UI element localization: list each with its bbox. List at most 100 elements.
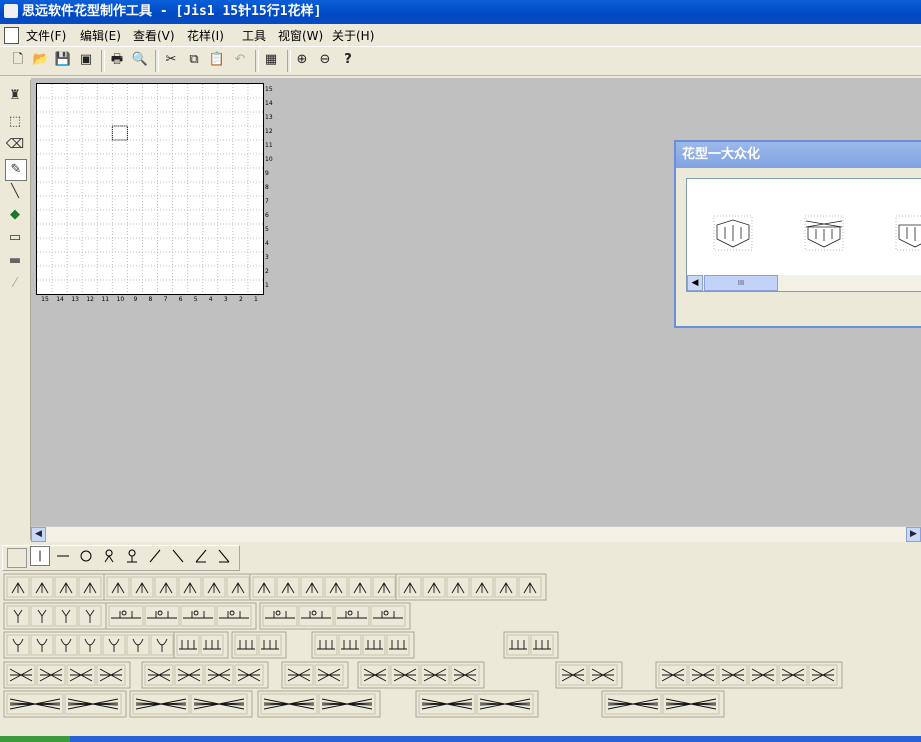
stitch-symbol-button[interactable] — [390, 664, 420, 686]
stitch-symbol-button[interactable] — [420, 664, 450, 686]
vertical-stroke-icon[interactable] — [30, 546, 50, 566]
menu-about[interactable]: 关于(H) — [332, 27, 374, 44]
horizontal-stroke-icon[interactable] — [53, 546, 73, 566]
stitch-symbol-button[interactable] — [6, 693, 64, 715]
loop-bar-stitch-icon[interactable] — [122, 546, 142, 566]
stitch-symbol-button[interactable] — [66, 664, 96, 686]
stitch-symbol-button[interactable] — [718, 664, 748, 686]
stitch-symbol-button[interactable] — [78, 605, 102, 627]
stitch-symbol-button[interactable] — [64, 693, 122, 715]
rectangle-icon[interactable]: ▭ — [5, 228, 25, 248]
save-all-icon[interactable]: ▣ — [76, 50, 96, 70]
stitch-symbol-button[interactable] — [300, 576, 324, 598]
stitch-symbol-button[interactable] — [398, 576, 422, 598]
stitch-symbol-button[interactable] — [338, 634, 362, 656]
scroll-left-icon[interactable]: ◀ — [31, 527, 46, 542]
stitch-grid-canvas[interactable] — [36, 83, 264, 295]
stitch-symbol-button[interactable] — [262, 605, 298, 627]
stitch-symbol-button[interactable] — [154, 576, 178, 598]
slash-left-icon[interactable] — [168, 546, 188, 566]
print-preview-icon[interactable]: 🔍 — [130, 50, 150, 70]
stitch-symbol-button[interactable] — [324, 576, 348, 598]
pattern-list-scrollbar[interactable]: ◀ III — [687, 275, 921, 291]
save-icon[interactable]: 💾 — [53, 50, 73, 70]
circle-stitch-icon[interactable] — [76, 546, 96, 566]
stitch-symbol-button[interactable] — [372, 576, 396, 598]
stitch-symbol-button[interactable] — [190, 693, 248, 715]
menu-pattern[interactable]: 花样(I) — [187, 27, 224, 44]
stitch-symbol-button[interactable] — [30, 576, 54, 598]
stitch-symbol-button[interactable] — [422, 576, 446, 598]
stitch-symbol-button[interactable] — [150, 634, 174, 656]
menu-edit[interactable]: 编辑(E) — [80, 27, 121, 44]
scroll-left-icon[interactable]: ◀ — [687, 275, 703, 291]
stitch-symbol-button[interactable] — [748, 664, 778, 686]
stitch-symbol-button[interactable] — [30, 605, 54, 627]
slash-right-icon[interactable] — [145, 546, 165, 566]
stitch-symbol-button[interactable] — [688, 664, 718, 686]
stitch-symbol-button[interactable] — [258, 634, 282, 656]
stitch-symbol-button[interactable] — [506, 634, 530, 656]
stitch-symbol-button[interactable] — [180, 605, 216, 627]
stitch-symbol-button[interactable] — [276, 576, 300, 598]
stitch-symbol-button[interactable] — [130, 576, 154, 598]
stitch-symbol-button[interactable] — [126, 634, 150, 656]
stitch-symbol-button[interactable] — [54, 576, 78, 598]
stitch-symbol-button[interactable] — [234, 634, 258, 656]
stitch-symbol-button[interactable] — [318, 693, 376, 715]
slash-right-base-icon[interactable] — [191, 546, 211, 566]
stitch-symbol-button[interactable] — [78, 576, 102, 598]
stitch-symbol-button[interactable] — [54, 634, 78, 656]
copy-icon[interactable]: ⧉ — [184, 50, 204, 70]
stitch-symbol-button[interactable] — [234, 664, 264, 686]
loop-stitch-icon[interactable] — [99, 546, 119, 566]
stitch-symbol-button[interactable] — [418, 693, 476, 715]
stitch-symbol-button[interactable] — [6, 664, 36, 686]
stitch-symbol-button[interactable] — [446, 576, 470, 598]
stitch-symbol-button[interactable] — [178, 576, 202, 598]
context-help-icon[interactable]: ? — [338, 50, 358, 70]
stitch-symbol-button[interactable] — [494, 576, 518, 598]
pattern-list[interactable]: ◀ III — [686, 178, 921, 292]
stitch-symbol-button[interactable] — [658, 664, 688, 686]
stitch-symbol-button[interactable] — [260, 693, 318, 715]
pattern-thumbnail[interactable] — [713, 215, 753, 251]
stitch-symbol-button[interactable] — [386, 634, 410, 656]
stitch-symbol-button[interactable] — [476, 693, 534, 715]
stitch-symbol-button[interactable] — [108, 605, 144, 627]
stitch-symbol-button[interactable] — [176, 634, 200, 656]
stitch-symbol-button[interactable] — [6, 634, 30, 656]
title-bar[interactable]: 思远软件花型制作工具 - [Jis1 15针15行1花样] — [0, 0, 921, 24]
menu-tools[interactable]: 工具 — [242, 27, 266, 44]
stitch-symbol-button[interactable] — [226, 576, 250, 598]
filled-rectangle-icon[interactable]: ▬ — [5, 251, 25, 271]
undo-icon[interactable]: ↶ — [230, 50, 250, 70]
dropper-icon[interactable]: ⁄ — [5, 274, 25, 294]
start-button[interactable] — [0, 736, 70, 742]
scroll-right-icon[interactable]: ▶ — [906, 527, 921, 542]
paste-icon[interactable]: 📋 — [207, 50, 227, 70]
stitch-symbol-button[interactable] — [6, 605, 30, 627]
stitch-symbol-button[interactable] — [450, 664, 480, 686]
stitch-symbol-button[interactable] — [30, 634, 54, 656]
stitch-symbol-button[interactable] — [200, 634, 224, 656]
scroll-thumb[interactable]: III — [704, 275, 778, 291]
stitch-symbol-button[interactable] — [334, 605, 370, 627]
zoom-out-icon[interactable]: ⊖ — [315, 50, 335, 70]
menu-file[interactable]: 文件(F) — [26, 27, 66, 44]
stitch-symbol-button[interactable] — [96, 664, 126, 686]
cut-icon[interactable]: ✂ — [161, 50, 181, 70]
empty-symbol-icon[interactable] — [7, 548, 27, 568]
workspace-horizontal-scrollbar[interactable]: ◀ ▶ — [31, 526, 921, 542]
stamp-icon[interactable]: ♜ — [5, 86, 25, 106]
stitch-symbol-button[interactable] — [174, 664, 204, 686]
stitch-symbol-button[interactable] — [314, 664, 344, 686]
stitch-symbol-button[interactable] — [102, 634, 126, 656]
stitch-symbol-palette[interactable] — [0, 572, 921, 722]
stitch-symbol-button[interactable] — [558, 664, 588, 686]
menu-view[interactable]: 查看(V) — [133, 27, 175, 44]
stitch-symbol-button[interactable] — [298, 605, 334, 627]
slash-left-base-icon[interactable] — [214, 546, 234, 566]
grid-icon[interactable]: ▦ — [261, 50, 281, 70]
stitch-symbol-button[interactable] — [144, 605, 180, 627]
